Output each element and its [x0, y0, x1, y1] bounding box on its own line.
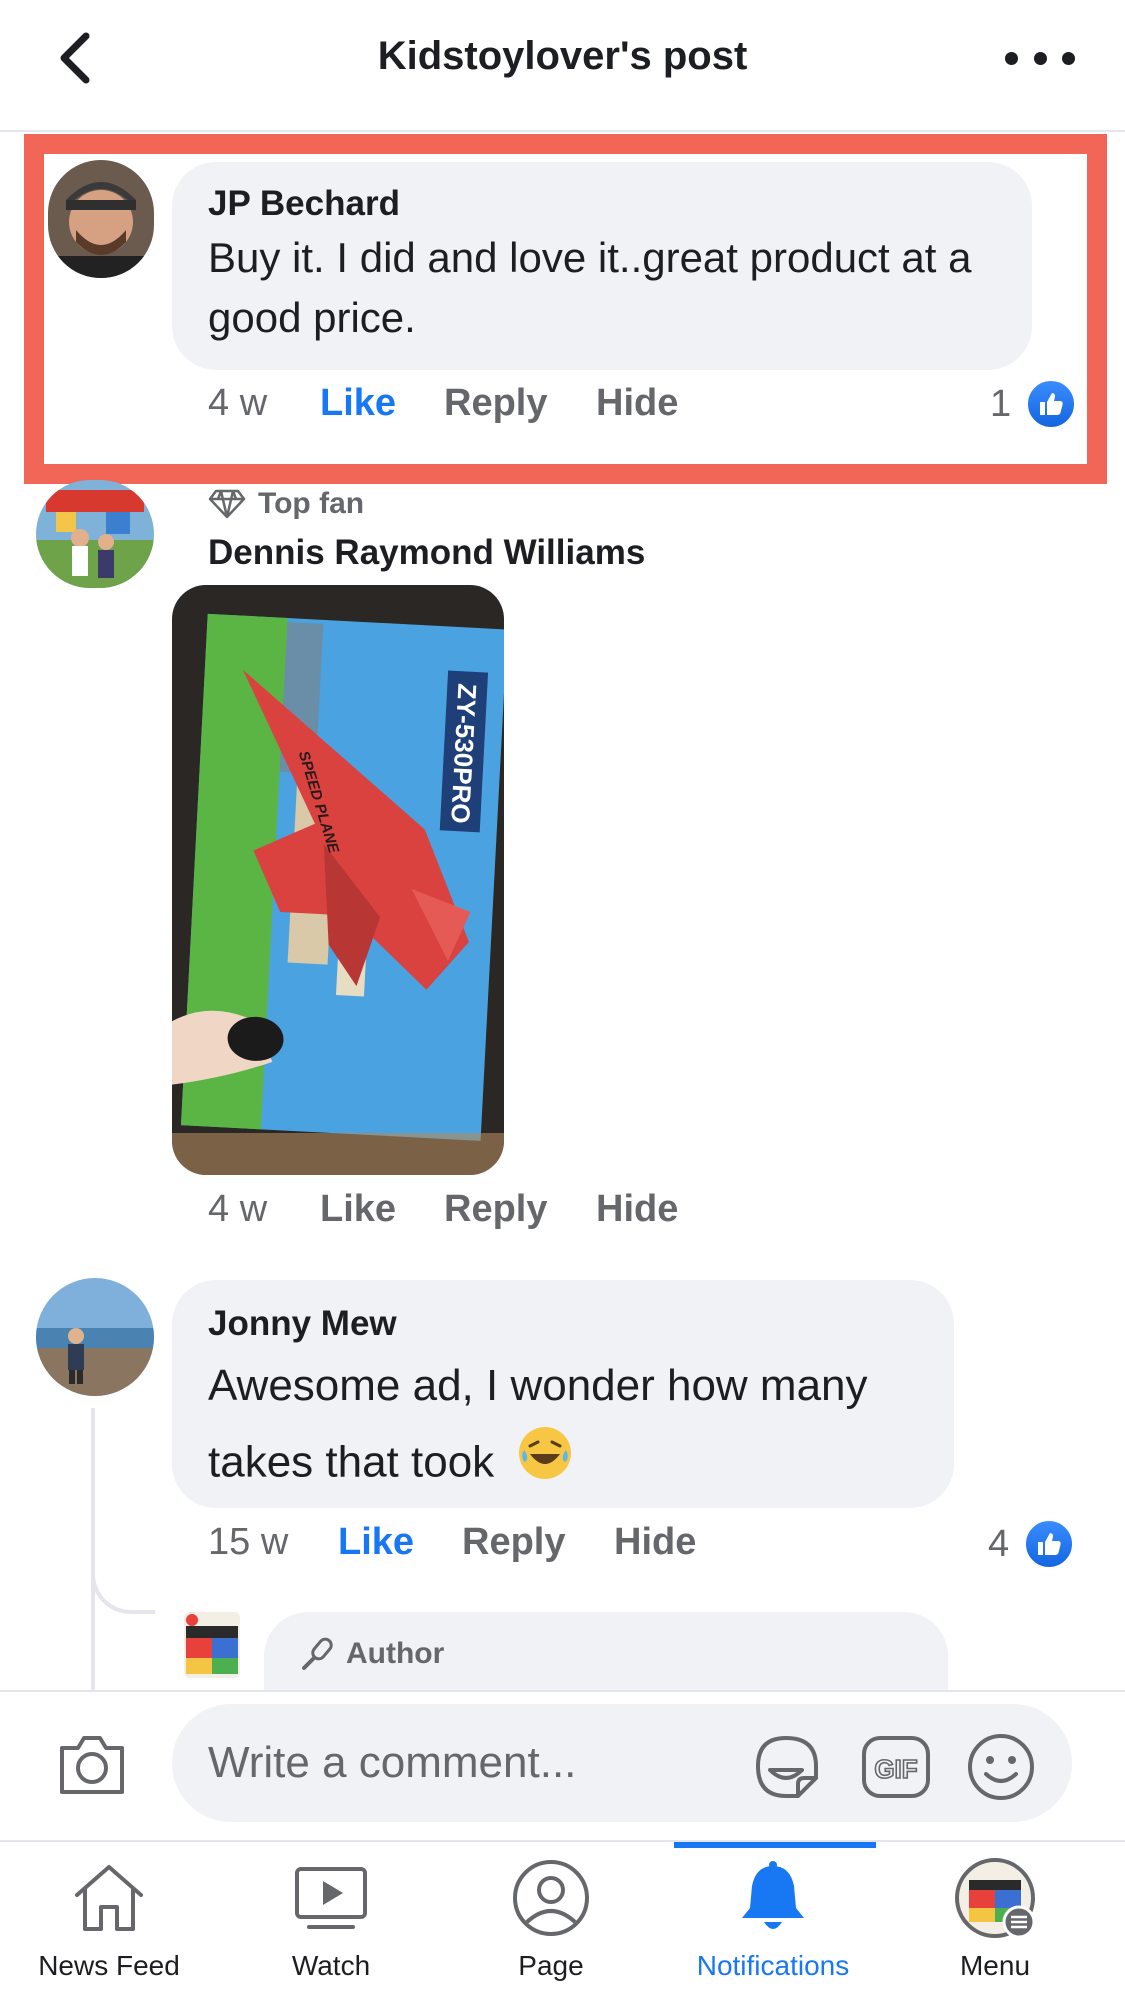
- tab-label: News Feed: [38, 1950, 180, 1981]
- more-dot: [1005, 51, 1018, 65]
- camera-icon: [60, 1736, 124, 1794]
- microphone-icon: [302, 1637, 333, 1670]
- more-dot: [1033, 51, 1047, 65]
- menu-icon: [953, 1856, 1037, 1940]
- hide-button[interactable]: Hide: [596, 382, 678, 425]
- bell-icon: [731, 1856, 815, 1940]
- laughing-emoji-icon: [516, 1424, 574, 1506]
- hide-button[interactable]: Hide: [596, 1188, 678, 1231]
- comment-author[interactable]: Jonny Mew: [208, 1304, 918, 1344]
- tab-label: Watch: [291, 1950, 371, 1981]
- like-button[interactable]: Like: [320, 382, 444, 425]
- like-button[interactable]: Like: [320, 1188, 444, 1231]
- diamond-icon: [208, 489, 246, 519]
- like-button[interactable]: Like: [338, 1521, 462, 1564]
- author-badge-label: Author: [346, 1637, 445, 1670]
- tab-label: Menu: [959, 1950, 1031, 1981]
- tab-news-feed[interactable]: News Feed: [4, 1842, 214, 2003]
- comment-time[interactable]: 4 w: [208, 1188, 320, 1231]
- tab-page[interactable]: Page: [446, 1842, 656, 2003]
- svg-text:GIF: GIF: [874, 1754, 917, 1784]
- bottom-tab-bar: News Feed Watch Page Notifications Menu: [0, 1840, 1125, 2003]
- tab-label: Notifications: [696, 1950, 850, 1981]
- gif-button[interactable]: GIF: [860, 1734, 932, 1800]
- comment-text: Buy it. I did and love it..great product…: [208, 234, 972, 341]
- smiley-icon: [968, 1734, 1034, 1800]
- author-badge: Author: [300, 1636, 444, 1672]
- top-fan-badge: Top fan: [208, 487, 364, 521]
- comment-actions: 15 w Like Reply Hide: [208, 1521, 696, 1564]
- reply-button[interactable]: Reply: [444, 382, 596, 425]
- reaction-count[interactable]: 4: [988, 1518, 1076, 1570]
- like-count: 1: [990, 382, 1012, 425]
- comment-author[interactable]: Dennis Raymond Williams: [208, 533, 645, 573]
- reply-thread-line: [91, 1408, 95, 1690]
- camera-button[interactable]: [56, 1732, 128, 1798]
- avatar[interactable]: [36, 1278, 154, 1396]
- gif-icon: GIF: [862, 1736, 930, 1798]
- comment-composer: GIF: [0, 1690, 1125, 1842]
- page-title: Kidstoylover's post: [377, 34, 748, 78]
- sticker-icon: [755, 1735, 818, 1798]
- comment-author[interactable]: JP Bechard: [208, 184, 996, 224]
- reaction-count[interactable]: 1: [990, 378, 1078, 430]
- sticker-button[interactable]: [750, 1730, 824, 1804]
- emoji-button[interactable]: [966, 1732, 1036, 1802]
- more-options-button[interactable]: [1005, 36, 1075, 80]
- avatar[interactable]: [48, 160, 154, 278]
- top-fan-label: Top fan: [258, 487, 365, 520]
- reply-button[interactable]: Reply: [462, 1521, 614, 1564]
- tab-menu[interactable]: Menu: [890, 1842, 1100, 2003]
- comment-time[interactable]: 4 w: [208, 382, 320, 425]
- reply-button[interactable]: Reply: [444, 1188, 596, 1231]
- top-bar: Kidstoylover's post: [0, 0, 1125, 132]
- home-icon: [67, 1856, 151, 1940]
- comment-actions: 4 w Like Reply Hide: [208, 1188, 678, 1231]
- comment-input[interactable]: [172, 1704, 1072, 1822]
- comment-bubble[interactable]: Jonny Mew Awesome ad, I wonder how many …: [172, 1280, 954, 1508]
- tab-notifications[interactable]: Notifications: [668, 1842, 878, 2003]
- reply-connector: [91, 1560, 155, 1614]
- thumbs-up-icon: [1023, 1518, 1076, 1570]
- comment-bubble[interactable]: JP Bechard Buy it. I did and love it..gr…: [172, 162, 1032, 370]
- tab-watch[interactable]: Watch: [226, 1842, 436, 2003]
- like-count: 4: [988, 1522, 1010, 1565]
- page-icon: [509, 1856, 593, 1940]
- avatar[interactable]: [36, 480, 154, 588]
- page-avatar[interactable]: [184, 1612, 240, 1678]
- thumbs-up-icon: [1025, 378, 1078, 430]
- comment-time[interactable]: 15 w: [208, 1521, 338, 1564]
- more-dot: [1062, 51, 1075, 65]
- comment-image[interactable]: ZY-530PRO SPEED PLANE: [172, 585, 504, 1175]
- hide-button[interactable]: Hide: [614, 1521, 696, 1564]
- watch-icon: [289, 1856, 373, 1940]
- tab-label: Page: [518, 1950, 584, 1981]
- comment-actions: 4 w Like Reply Hide: [208, 382, 678, 425]
- comment-text: Awesome ad, I wonder how many takes that…: [208, 1348, 918, 1506]
